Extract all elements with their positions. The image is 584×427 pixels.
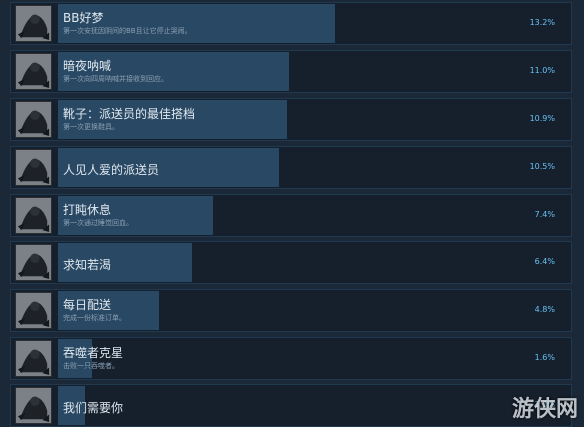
achievement-title: 人见人爱的派送员	[63, 163, 160, 177]
porter-icon	[15, 149, 52, 186]
progress-track	[58, 196, 558, 235]
achievement-row[interactable]: 我们需要你 1.3%	[10, 384, 572, 427]
achievement-description: 第一次向四周呐喊并接收到回应。	[63, 75, 168, 83]
progress-track	[58, 291, 558, 330]
progress-track	[58, 52, 558, 91]
achievement-title: 打盹休息	[63, 203, 112, 217]
rest-icon	[15, 197, 52, 234]
unlock-percentage: 1.6%	[534, 353, 555, 362]
unlock-percentage: 7.4%	[534, 210, 555, 219]
achievement-row[interactable]: 暗夜呐喊第一次向四周呐喊并接收到回应。 11.0%	[10, 50, 572, 93]
achievement-row[interactable]: 求知若渴 6.4%	[10, 241, 572, 284]
achievement-title: 每日配送	[63, 298, 112, 312]
boots-icon	[15, 101, 52, 138]
achievement-title: 靴子：派送员的最佳搭档	[63, 107, 196, 121]
achievement-title: 我们需要你	[63, 401, 124, 415]
achievement-title: 求知若渴	[63, 258, 112, 272]
achievement-row[interactable]: 每日配送完成一份标准订单。 4.8%	[10, 289, 572, 332]
achievement-row[interactable]: 吞噬者克星击败一只吞噬者。 1.6%	[10, 337, 572, 380]
achievement-description: 击败一只吞噬者。	[63, 362, 119, 370]
unlock-percentage: 11.0%	[529, 66, 555, 75]
unlock-percentage: 13.2%	[529, 18, 555, 27]
achievement-description: 第一次更换鞋具。	[63, 123, 119, 131]
achievement-row[interactable]: 人见人爱的派送员 10.5%	[10, 146, 572, 189]
achievement-title: BB好梦	[63, 11, 104, 25]
shout-icon	[15, 53, 52, 90]
canteen-icon	[15, 244, 52, 281]
unlock-percentage: 6.4%	[534, 257, 555, 266]
beast-icon	[15, 340, 52, 377]
portrait-icon	[15, 387, 52, 424]
achievement-title: 吞噬者克星	[63, 346, 124, 360]
achievement-row[interactable]: 靴子：派送员的最佳搭档第一次更换鞋具。 10.9%	[10, 98, 572, 141]
unlock-percentage: 4.8%	[534, 305, 555, 314]
achievement-description: 完成一份标准订单。	[63, 314, 126, 322]
achievement-row[interactable]: BB好梦第一次安抚因阴间的BB且让它停止哭闹。 13.2%	[10, 2, 572, 45]
progress-track	[58, 386, 558, 425]
achievement-description: 第一次通过睡觉回血。	[63, 219, 133, 227]
unlock-percentage: 10.9%	[529, 114, 555, 123]
delivery-icon	[15, 292, 52, 329]
achievement-description: 第一次安抚因阴间的BB且让它停止哭闹。	[63, 27, 192, 35]
progress-track	[58, 339, 558, 378]
achievement-row[interactable]: 打盹休息第一次通过睡觉回血。 7.4%	[10, 194, 572, 237]
watermark-logo: 游侠网	[511, 397, 578, 422]
progress-track	[58, 243, 558, 282]
achievement-title: 暗夜呐喊	[63, 59, 112, 73]
unlock-percentage: 10.5%	[529, 162, 555, 171]
progress-track	[58, 4, 558, 43]
bb-pod-icon	[15, 5, 52, 42]
